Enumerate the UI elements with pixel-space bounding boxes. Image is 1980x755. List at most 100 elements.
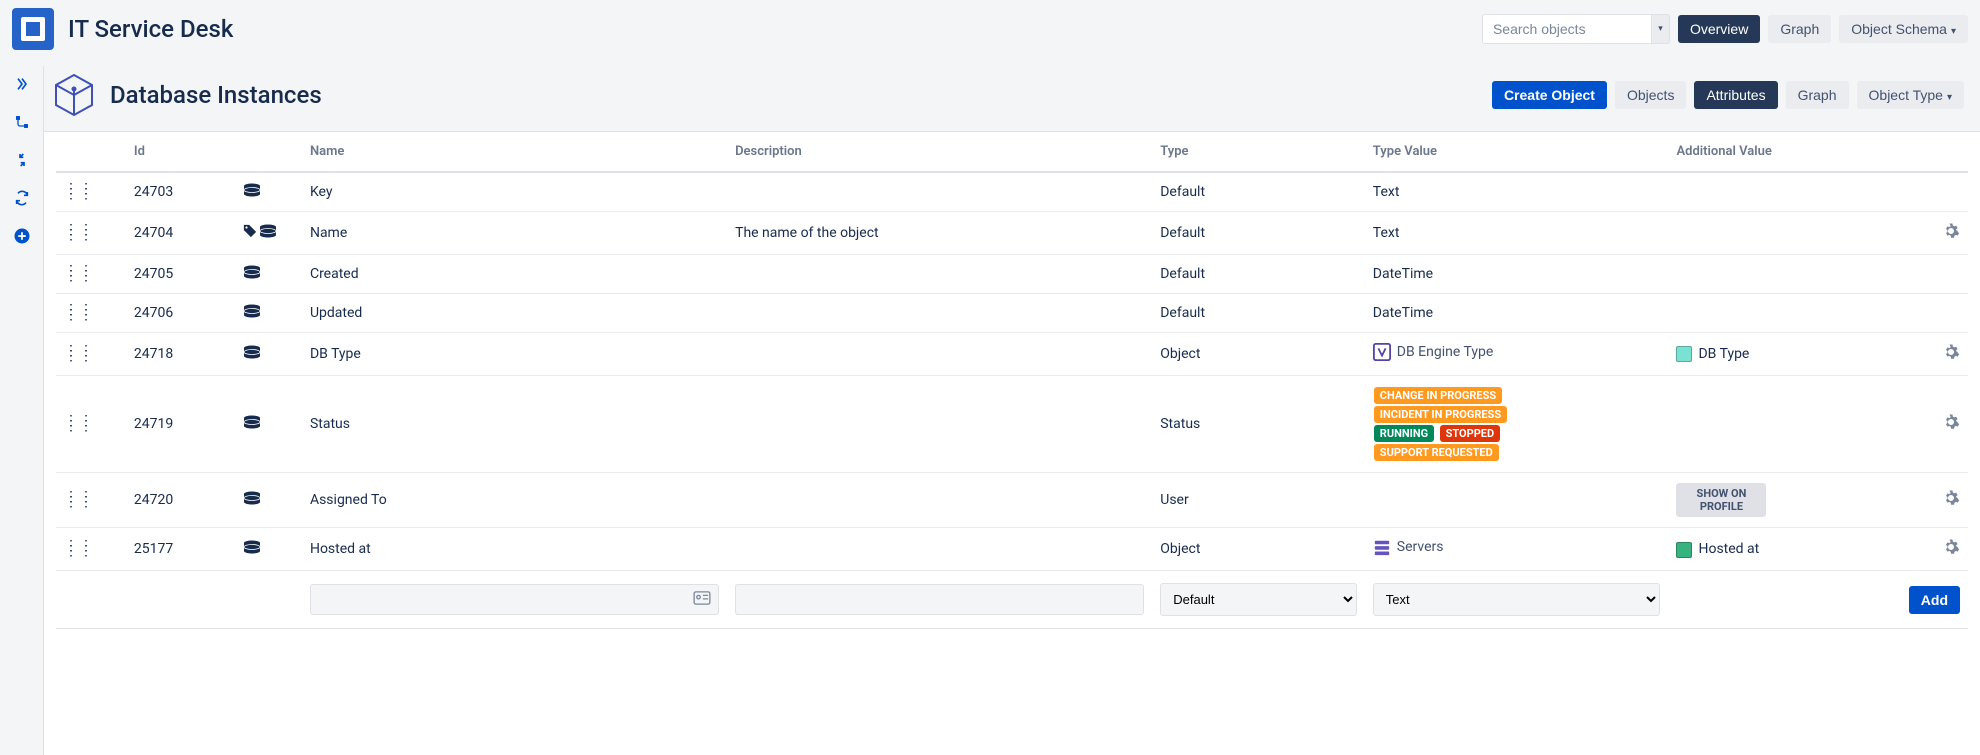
drag-handle[interactable]: ⋮⋮⋮⋮ xyxy=(56,376,126,473)
cell-desc[interactable] xyxy=(727,255,1152,294)
expand-icon[interactable] xyxy=(12,74,32,94)
app-logo xyxy=(12,8,54,50)
gear-icon[interactable] xyxy=(1942,349,1960,365)
cell-icon xyxy=(235,212,302,255)
cell-actions xyxy=(1866,212,1968,255)
cell-name[interactable]: Status xyxy=(302,376,727,473)
database-icon xyxy=(243,265,261,279)
cell-type: Status xyxy=(1152,376,1365,473)
cell-actions xyxy=(1866,333,1968,376)
cube-icon xyxy=(50,71,98,119)
status-badge: CHANGE IN PROGRESS xyxy=(1374,387,1502,404)
cell-typeval: CHANGE IN PROGRESS INCIDENT IN PROGRESS … xyxy=(1365,376,1669,473)
new-type-select[interactable]: Default xyxy=(1160,583,1357,616)
gear-icon[interactable] xyxy=(1942,495,1960,511)
cell-type: Object xyxy=(1152,333,1365,376)
table-row: ⋮⋮⋮⋮24719StatusStatusCHANGE IN PROGRESS … xyxy=(56,376,1968,473)
cell-name[interactable]: Assigned To xyxy=(302,473,727,528)
th-name: Name xyxy=(302,132,727,172)
search-input[interactable] xyxy=(1482,14,1652,44)
overview-button[interactable]: Overview xyxy=(1678,15,1760,43)
cell-typeval: Text xyxy=(1365,212,1669,255)
new-typeval-select[interactable]: Text xyxy=(1373,583,1661,616)
cell-actions xyxy=(1866,172,1968,212)
cell-id: 24705 xyxy=(126,255,235,294)
content: Id Name Description Type Type Value Addi… xyxy=(44,132,1980,629)
drag-handle[interactable]: ⋮⋮⋮⋮ xyxy=(56,294,126,333)
cell-id: 24706 xyxy=(126,294,235,333)
cell-id: 24718 xyxy=(126,333,235,376)
create-object-button[interactable]: Create Object xyxy=(1492,81,1607,109)
tab-attributes[interactable]: Attributes xyxy=(1694,81,1777,109)
cell-desc[interactable] xyxy=(727,528,1152,571)
graph-button-header[interactable]: Graph xyxy=(1768,15,1831,43)
tab-graph[interactable]: Graph xyxy=(1786,81,1849,109)
gear-icon[interactable] xyxy=(1942,228,1960,244)
server-icon xyxy=(1373,538,1391,556)
table-row: ⋮⋮⋮⋮24706UpdatedDefaultDateTime xyxy=(56,294,1968,333)
cell-addval xyxy=(1668,294,1865,333)
new-name-input[interactable] xyxy=(310,584,719,615)
attributes-table: Id Name Description Type Type Value Addi… xyxy=(56,132,1968,629)
table-row: ⋮⋮⋮⋮24720Assigned ToUserSHOW ON PROFILE xyxy=(56,473,1968,528)
object-type-button[interactable]: Object Type▾ xyxy=(1857,81,1964,109)
th-typeval: Type Value xyxy=(1365,132,1669,172)
drag-handle[interactable]: ⋮⋮⋮⋮ xyxy=(56,473,126,528)
drag-handle[interactable]: ⋮⋮⋮⋮ xyxy=(56,528,126,571)
cell-id: 24704 xyxy=(126,212,235,255)
sub-actions: Create Object Objects Attributes Graph O… xyxy=(1492,81,1964,109)
tree-icon[interactable] xyxy=(12,112,32,132)
show-on-profile-badge: SHOW ON PROFILE xyxy=(1676,483,1766,517)
add-button[interactable]: Add xyxy=(1909,586,1960,614)
top-actions: ▾ Overview Graph Object Schema▾ xyxy=(1482,14,1968,44)
cell-typeval: DB Engine Type xyxy=(1365,333,1669,376)
cell-typeval: DateTime xyxy=(1365,255,1669,294)
drag-handle[interactable]: ⋮⋮⋮⋮ xyxy=(56,172,126,212)
cell-name[interactable]: Hosted at xyxy=(302,528,727,571)
drag-handle[interactable]: ⋮⋮⋮⋮ xyxy=(56,333,126,376)
cell-type: Default xyxy=(1152,294,1365,333)
chevron-down-icon: ▾ xyxy=(1947,92,1952,103)
cell-icon xyxy=(235,294,302,333)
cell-addval xyxy=(1668,255,1865,294)
sync-icon[interactable] xyxy=(12,188,32,208)
cell-desc[interactable] xyxy=(727,333,1152,376)
database-icon xyxy=(243,304,261,318)
cell-desc[interactable] xyxy=(727,376,1152,473)
new-desc-input[interactable] xyxy=(735,584,1144,615)
cell-type: Object xyxy=(1152,528,1365,571)
object-schema-button[interactable]: Object Schema▾ xyxy=(1839,15,1968,43)
cell-addval: SHOW ON PROFILE xyxy=(1668,473,1865,528)
tab-objects[interactable]: Objects xyxy=(1615,81,1686,109)
th-addval: Additional Value xyxy=(1668,132,1865,172)
chevron-down-icon: ▾ xyxy=(1951,26,1956,37)
status-badge: STOPPED xyxy=(1440,425,1501,442)
cell-name[interactable]: Created xyxy=(302,255,727,294)
cell-name[interactable]: DB Type xyxy=(302,333,727,376)
add-icon[interactable] xyxy=(12,226,32,246)
drag-handle[interactable]: ⋮⋮⋮⋮ xyxy=(56,212,126,255)
cell-icon xyxy=(235,172,302,212)
drag-handle[interactable]: ⋮⋮⋮⋮ xyxy=(56,255,126,294)
cell-desc[interactable]: The name of the object xyxy=(727,212,1152,255)
cell-name[interactable]: Updated xyxy=(302,294,727,333)
collapse-icon[interactable] xyxy=(12,150,32,170)
cell-actions xyxy=(1866,255,1968,294)
gear-icon[interactable] xyxy=(1942,544,1960,560)
search-dropdown-toggle[interactable]: ▾ xyxy=(1652,14,1670,44)
cell-icon xyxy=(235,473,302,528)
cell-id: 24703 xyxy=(126,172,235,212)
color-chip xyxy=(1676,542,1692,558)
cell-name[interactable]: Name xyxy=(302,212,727,255)
table-row: ⋮⋮⋮⋮24704NameThe name of the objectDefau… xyxy=(56,212,1968,255)
cell-name[interactable]: Key xyxy=(302,172,727,212)
cell-typeval: Servers xyxy=(1365,528,1669,571)
cell-desc[interactable] xyxy=(727,172,1152,212)
cell-desc[interactable] xyxy=(727,294,1152,333)
cell-desc[interactable] xyxy=(727,473,1152,528)
database-icon xyxy=(243,491,261,505)
sub-header: Database Instances Create Object Objects… xyxy=(0,59,1980,132)
gear-icon[interactable] xyxy=(1942,419,1960,435)
table-row: ⋮⋮⋮⋮25177Hosted atObject ServersHosted a… xyxy=(56,528,1968,571)
table-row: ⋮⋮⋮⋮24705CreatedDefaultDateTime xyxy=(56,255,1968,294)
